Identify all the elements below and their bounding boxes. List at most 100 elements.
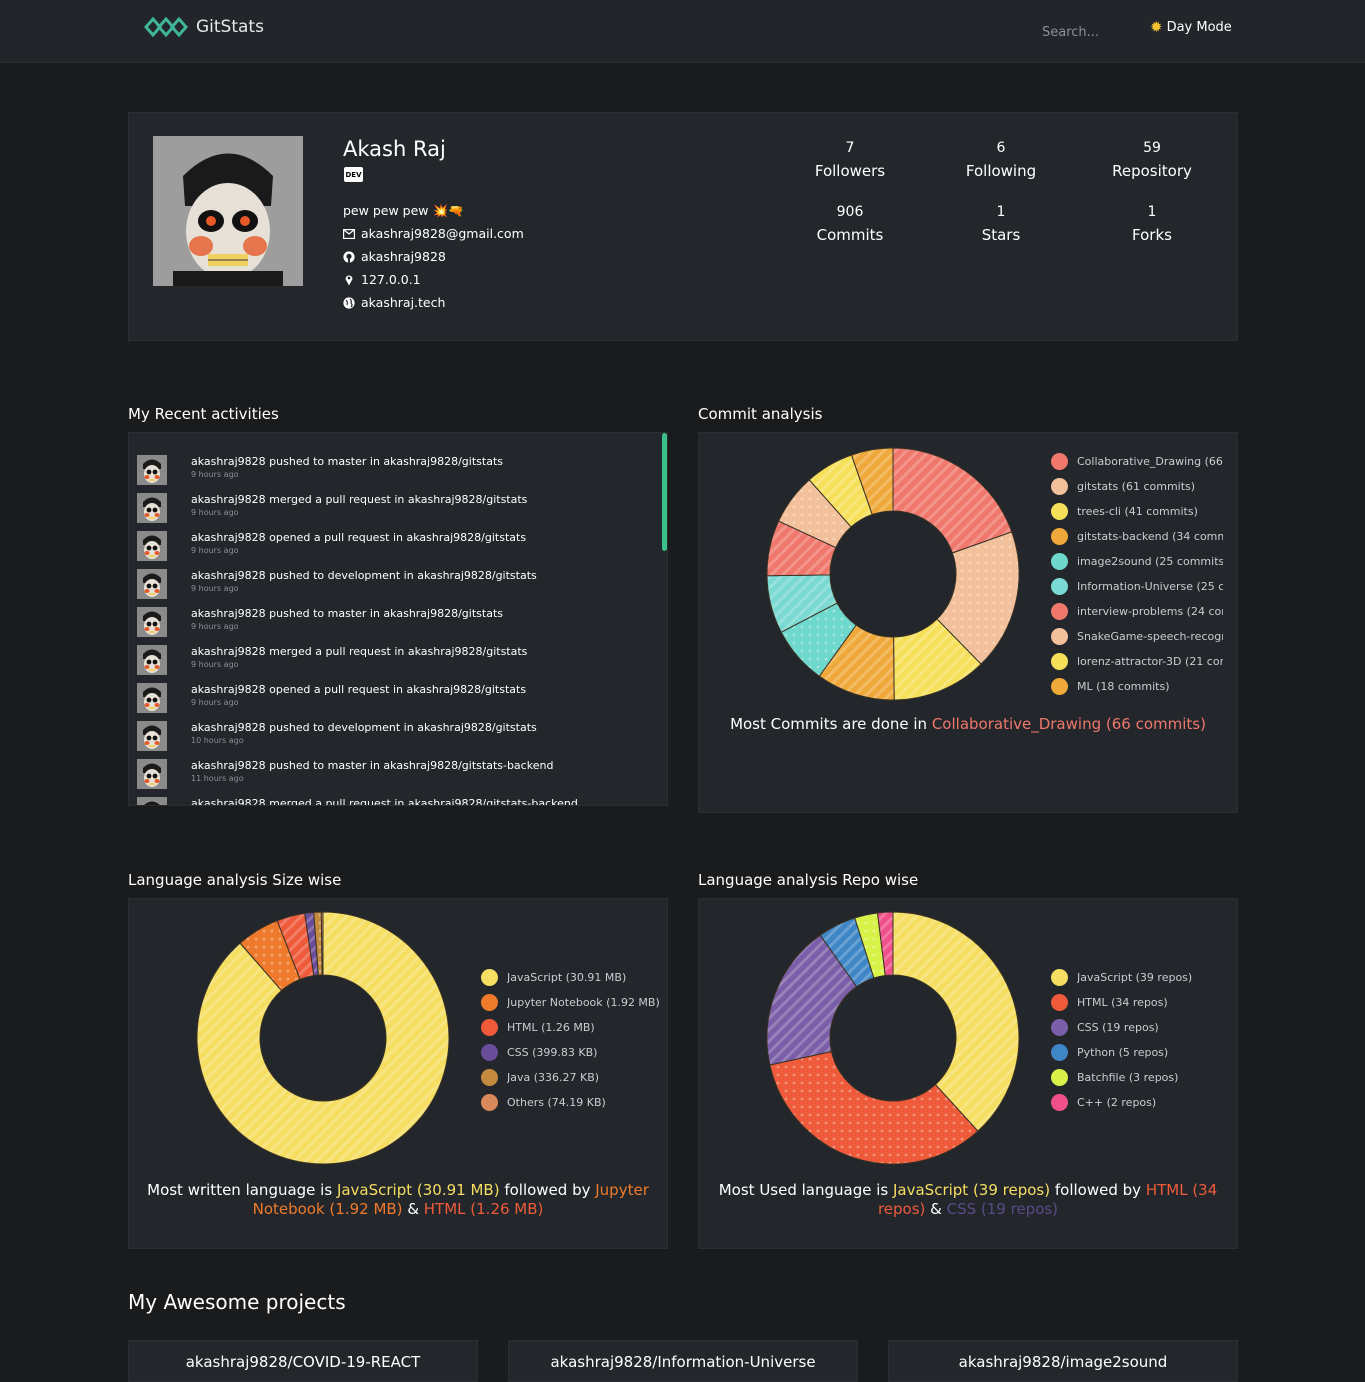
project-card[interactable]: akashraj9828/image2sound <box>888 1340 1238 1382</box>
profile-email[interactable]: akashraj9828@gmail.com <box>343 226 524 241</box>
activity-item[interactable]: akashraj9828 opened a pull request in ak… <box>137 527 647 565</box>
legend-item[interactable]: CSS (19 repos) <box>1051 1015 1231 1040</box>
project-title[interactable]: akashraj9828/image2sound <box>889 1353 1237 1371</box>
legend-item[interactable]: lorenz-attractor-3D (21 comm <box>1051 649 1223 674</box>
activity-item[interactable]: akashraj9828 pushed to master in akashra… <box>137 451 647 489</box>
search-input[interactable] <box>1040 20 1134 44</box>
activity-scrollbar[interactable] <box>662 433 667 551</box>
project-title[interactable]: akashraj9828/COVID-19-REACT <box>129 1353 477 1371</box>
activity-text[interactable]: akashraj9828 merged a pull request in ak… <box>191 493 527 506</box>
legend-label: ML (18 commits) <box>1077 680 1170 693</box>
activity-item[interactable]: akashraj9828 pushed to master in akashra… <box>137 603 647 641</box>
donut-slice-collaborative-drawing[interactable] <box>892 447 1013 554</box>
github-text: akashraj9828 <box>361 249 446 264</box>
legend-item[interactable]: Collaborative_Drawing (66 co <box>1051 449 1223 474</box>
legend-item[interactable]: HTML (34 repos) <box>1051 990 1231 1015</box>
activity-item[interactable]: akashraj9828 pushed to master in akashra… <box>137 755 647 793</box>
activity-text[interactable]: akashraj9828 opened a pull request in ak… <box>191 683 526 696</box>
legend-item[interactable]: gitstats (61 commits) <box>1051 474 1223 499</box>
legend-label: trees-cli (41 commits) <box>1077 505 1198 518</box>
activity-item[interactable]: akashraj9828 pushed to development in ak… <box>137 717 647 755</box>
globe-icon <box>343 296 355 309</box>
legend-item[interactable]: HTML (1.26 MB) <box>481 1015 661 1040</box>
commit-analysis-title: Commit analysis <box>698 405 823 423</box>
profile-github[interactable]: akashraj9828 <box>343 249 446 264</box>
stat-repository[interactable]: 59 Repository <box>1082 140 1222 180</box>
profile-website[interactable]: akashraj.tech <box>343 295 445 310</box>
activity-text[interactable]: akashraj9828 pushed to development in ak… <box>191 721 537 734</box>
legend-item[interactable]: Information-Universe (25 com <box>1051 574 1223 599</box>
activity-time: 9 hours ago <box>191 470 239 479</box>
activity-text[interactable]: akashraj9828 pushed to master in akashra… <box>191 759 553 772</box>
legend-label: Python (5 repos) <box>1077 1046 1169 1059</box>
legend-item[interactable]: image2sound (25 commits) <box>1051 549 1223 574</box>
activity-item[interactable]: akashraj9828 pushed to development in ak… <box>137 565 647 603</box>
legend-label: C++ (2 repos) <box>1077 1096 1157 1109</box>
legend-label: Others (74.19 KB) <box>507 1096 606 1109</box>
project-title[interactable]: akashraj9828/Information-Universe <box>509 1353 857 1371</box>
activity-text[interactable]: akashraj9828 pushed to master in akashra… <box>191 607 503 620</box>
legend-item[interactable]: gitstats-backend (34 commits <box>1051 524 1223 549</box>
legend-item[interactable]: Others (74.19 KB) <box>481 1090 661 1115</box>
legend-label: Java (336.27 KB) <box>507 1071 600 1084</box>
stat-label: Commits <box>816 226 884 244</box>
legend-swatch <box>1051 628 1068 645</box>
legend-item[interactable]: ML (18 commits) <box>1051 674 1223 699</box>
legend-item[interactable]: Python (5 repos) <box>1051 1040 1231 1065</box>
activity-text[interactable]: akashraj9828 merged a pull request in ak… <box>191 645 527 658</box>
stat-followers[interactable]: 7 Followers <box>780 140 920 180</box>
legend-label: HTML (1.26 MB) <box>507 1021 595 1034</box>
activity-avatar <box>137 531 167 561</box>
legend-item[interactable]: Java (336.27 KB) <box>481 1065 661 1090</box>
activity-time: 9 hours ago <box>191 698 239 707</box>
legend-item[interactable]: SnakeGame-speech-recognit <box>1051 624 1223 649</box>
stat-value: 6 <box>996 140 1006 156</box>
legend-swatch <box>1051 653 1068 670</box>
donut-slice-others[interactable] <box>320 911 324 976</box>
activity-avatar <box>137 569 167 599</box>
donut-slice-html[interactable] <box>769 1050 979 1165</box>
legend-item[interactable]: CSS (399.83 KB) <box>481 1040 661 1065</box>
activity-item[interactable]: akashraj9828 merged a pull request in ak… <box>137 641 647 679</box>
activity-text[interactable]: akashraj9828 opened a pull request in ak… <box>191 531 526 544</box>
lang-repo-donut-chart <box>766 911 1020 1165</box>
stat-label: Forks <box>1132 226 1172 244</box>
legend-swatch <box>1051 528 1068 545</box>
activity-item[interactable]: akashraj9828 merged a pull request in ak… <box>137 489 647 527</box>
lang-size-summary: Most written language is JavaScript (30.… <box>139 1181 657 1219</box>
legend-item[interactable]: Batchfile (3 repos) <box>1051 1065 1231 1090</box>
dev-badge[interactable]: DEV <box>344 167 363 182</box>
legend-item[interactable]: interview-problems (24 comm <box>1051 599 1223 624</box>
activity-list[interactable]: akashraj9828 pushed to master in akashra… <box>128 432 668 806</box>
top-navbar: GitStats ✹ Day Mode <box>0 0 1365 63</box>
summary-prefix: Most Used language is <box>718 1181 893 1199</box>
legend-item[interactable]: JavaScript (39 repos) <box>1051 965 1231 990</box>
stat-stars: 1 Stars <box>931 204 1071 244</box>
activity-text[interactable]: akashraj9828 merged a pull request in ak… <box>191 797 578 805</box>
activity-avatar <box>137 645 167 675</box>
activity-avatar <box>137 797 167 805</box>
summary-highlight-1: JavaScript (39 repos) <box>893 1181 1051 1199</box>
legend-item[interactable]: trees-cli (41 commits) <box>1051 499 1223 524</box>
legend-swatch <box>1051 453 1068 470</box>
legend-label: gitstats-backend (34 commits <box>1077 530 1223 543</box>
stat-following[interactable]: 6 Following <box>931 140 1071 180</box>
activity-text[interactable]: akashraj9828 pushed to development in ak… <box>191 569 537 582</box>
project-card[interactable]: akashraj9828/Information-Universe <box>508 1340 858 1382</box>
legend-item[interactable]: Jupyter Notebook (1.92 MB) <box>481 990 661 1015</box>
legend-swatch <box>1051 603 1068 620</box>
github-icon <box>343 250 355 263</box>
activity-item[interactable]: akashraj9828 opened a pull request in ak… <box>137 679 647 717</box>
stat-label: Following <box>965 162 1037 180</box>
activity-item[interactable]: akashraj9828 merged a pull request in ak… <box>137 793 647 805</box>
profile-card: Akash Raj DEV pew pew pew 💥🔫 akashraj982… <box>128 112 1238 341</box>
email-text: akashraj9828@gmail.com <box>361 226 524 241</box>
activity-text[interactable]: akashraj9828 pushed to master in akashra… <box>191 455 503 468</box>
logo[interactable]: GitStats <box>144 16 264 38</box>
project-card[interactable]: akashraj9828/COVID-19-REACT <box>128 1340 478 1382</box>
activity-avatar <box>137 683 167 713</box>
activity-time: 11 hours ago <box>191 774 244 783</box>
day-mode-toggle[interactable]: ✹ Day Mode <box>1150 18 1232 36</box>
legend-item[interactable]: JavaScript (30.91 MB) <box>481 965 661 990</box>
legend-item[interactable]: C++ (2 repos) <box>1051 1090 1231 1115</box>
